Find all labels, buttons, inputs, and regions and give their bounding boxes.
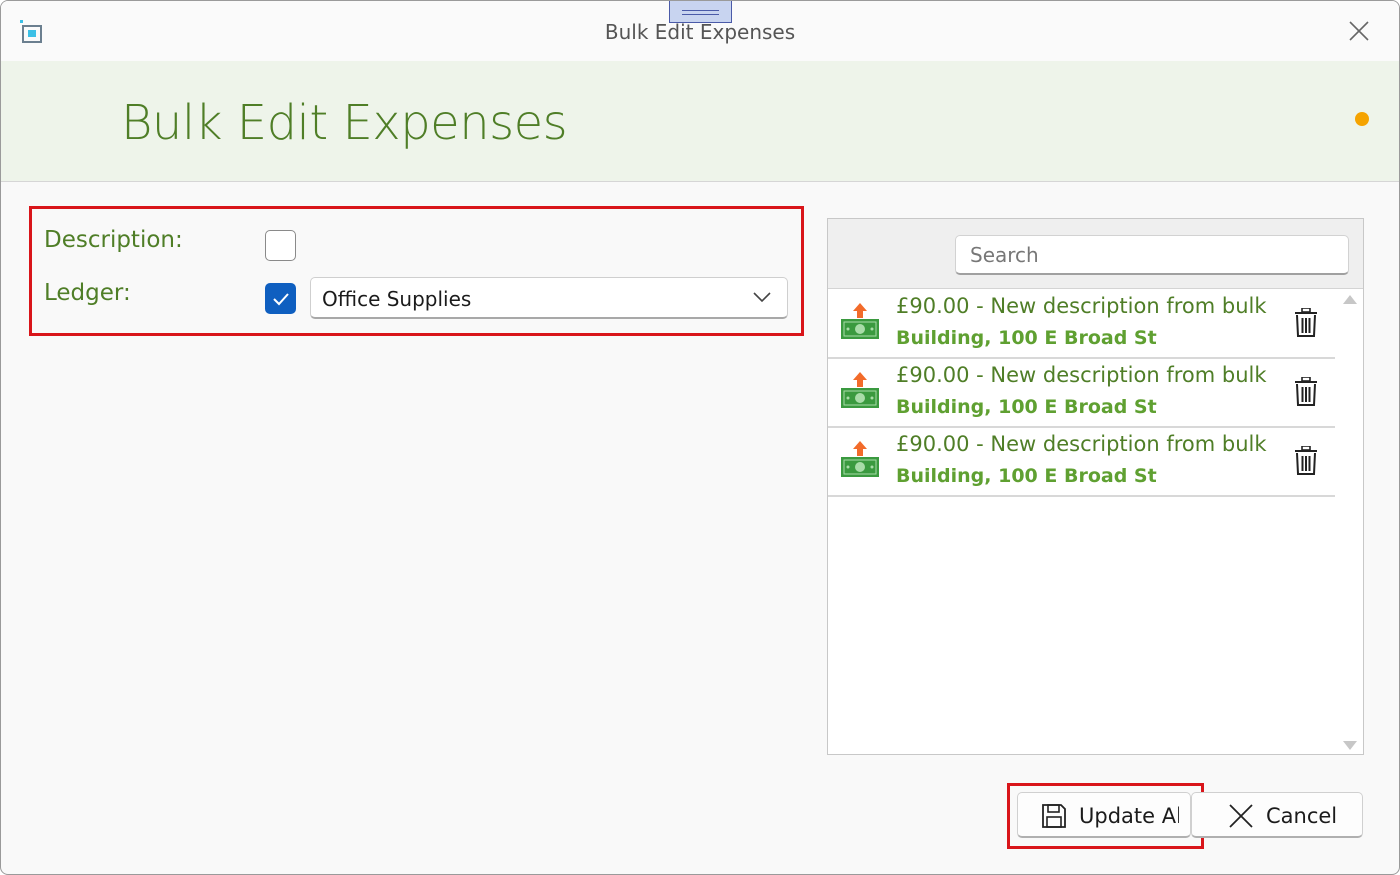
scroll-down-arrow[interactable]	[1343, 741, 1357, 750]
page-header: Bulk Edit Expenses	[1, 61, 1399, 182]
status-indicator-dot	[1355, 112, 1369, 126]
page-title: Bulk Edit Expenses	[121, 95, 568, 151]
expense-location: Building, 100 E Broad St	[896, 396, 1157, 418]
trash-icon[interactable]	[1294, 446, 1318, 476]
bulk-fields-group: Description: Ledger: Office Supplies	[29, 206, 804, 336]
list-item[interactable]: £90.00 - New description from bulk Build…	[828, 290, 1335, 359]
expense-amount-description: £90.00 - New description from bulk	[896, 363, 1267, 387]
update-all-label: Update Al	[1079, 804, 1179, 828]
ledger-dropdown[interactable]: Office Supplies	[310, 277, 788, 319]
list-item[interactable]: £90.00 - New description from bulk Build…	[828, 428, 1335, 497]
window-title: Bulk Edit Expenses	[604, 20, 796, 44]
trash-icon[interactable]	[1294, 377, 1318, 407]
description-checkbox[interactable]	[265, 230, 296, 261]
expense-amount-description: £90.00 - New description from bulk	[896, 432, 1267, 456]
trash-icon[interactable]	[1294, 308, 1318, 338]
expense-location: Building, 100 E Broad St	[896, 465, 1157, 487]
ledger-label: Ledger:	[44, 280, 131, 306]
close-icon	[1229, 804, 1253, 828]
ledger-dropdown-value: Office Supplies	[322, 287, 472, 311]
scroll-up-arrow[interactable]	[1343, 295, 1357, 304]
chevron-down-icon	[753, 292, 771, 303]
checkmark-icon	[273, 293, 289, 306]
bulk-edit-window: Bulk Edit Expenses Bulk Edit Expenses De…	[0, 0, 1400, 875]
update-all-button[interactable]: Update Al	[1017, 792, 1191, 838]
cancel-label: Cancel	[1266, 804, 1338, 828]
cancel-button[interactable]: Cancel	[1191, 792, 1363, 838]
ledger-checkbox[interactable]	[265, 283, 296, 314]
expense-location: Building, 100 E Broad St	[896, 327, 1157, 349]
list-item[interactable]: £90.00 - New description from bulk Build…	[828, 359, 1335, 428]
close-window-icon[interactable]	[1347, 19, 1371, 43]
money-icon	[841, 441, 879, 477]
search-bar	[828, 219, 1363, 289]
money-icon	[841, 303, 879, 339]
description-label: Description:	[44, 227, 183, 253]
save-icon	[1042, 804, 1066, 828]
search-input[interactable]	[955, 235, 1349, 275]
title-bar: Bulk Edit Expenses	[1, 1, 1399, 61]
expense-list-panel: £90.00 - New description from bulk Build…	[827, 218, 1364, 755]
expense-list: £90.00 - New description from bulk Build…	[828, 290, 1335, 497]
expense-amount-description: £90.00 - New description from bulk	[896, 294, 1267, 318]
money-icon	[841, 372, 879, 408]
